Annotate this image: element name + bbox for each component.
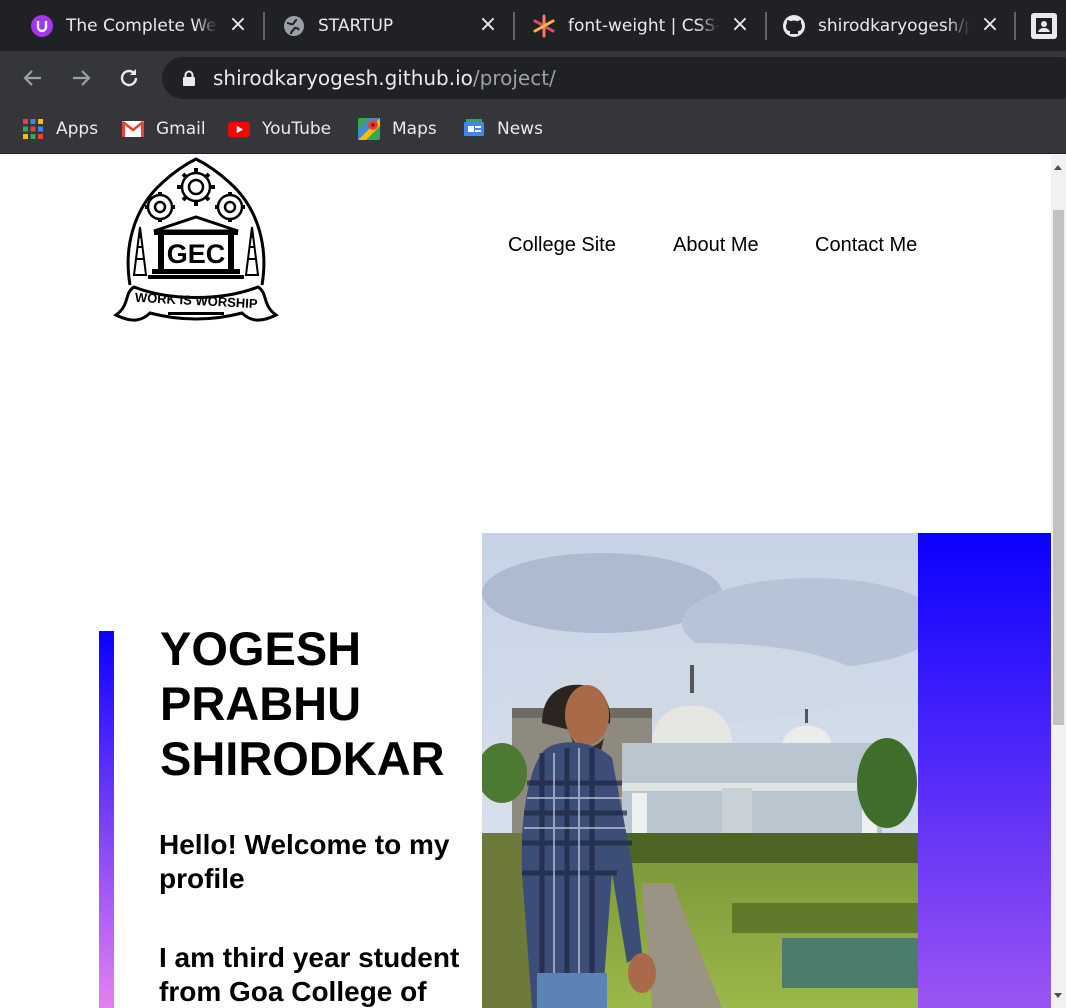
hero-name: YOGESH PRABHU SHIRODKAR — [160, 622, 445, 785]
apps-grid-icon — [22, 118, 44, 140]
youtube-icon — [228, 118, 250, 140]
bookmark-youtube[interactable]: YouTube — [228, 115, 331, 143]
tab-startup[interactable]: STARTUP × — [252, 0, 514, 51]
hero-welcome: Hello! Welcome to my profile — [159, 829, 450, 894]
tab-css-tricks[interactable]: font-weight | CSS-Tricks × — [502, 0, 766, 51]
udemy-icon — [30, 14, 54, 38]
svg-text:GEC: GEC — [167, 239, 226, 269]
accent-bar — [99, 631, 114, 1008]
tab-udemy[interactable]: The Complete Web Developer × — [0, 0, 264, 51]
address-bar[interactable]: shirodkaryogesh.github.io/project/ — [162, 57, 1066, 99]
close-icon[interactable]: × — [730, 14, 750, 36]
news-icon — [463, 118, 485, 140]
hero-intro: I am third year student from Goa College… — [159, 942, 460, 1007]
bookmark-gmail[interactable]: Gmail — [122, 115, 206, 143]
maps-icon — [358, 118, 380, 140]
scroll-up-icon[interactable] — [1054, 165, 1062, 170]
tab-strip: The Complete Web Developer × STARTUP × f… — [0, 0, 1066, 51]
profile-icon[interactable] — [1031, 13, 1057, 39]
nav-college-site[interactable]: College Site — [508, 234, 616, 257]
nav-about-me[interactable]: About Me — [673, 234, 759, 257]
close-icon[interactable]: × — [478, 14, 498, 36]
globe-icon — [282, 14, 306, 38]
profile-photo — [482, 533, 918, 1008]
forward-icon[interactable] — [66, 63, 96, 93]
college-logo: GEC WORK IS WORSHIP — [110, 155, 282, 327]
bookmark-maps[interactable]: Maps — [358, 115, 437, 143]
bookmark-apps[interactable]: Apps — [22, 115, 98, 143]
github-icon — [782, 14, 806, 38]
url-text: shirodkaryogesh.github.io/project/ — [213, 66, 556, 90]
page-viewport: GEC WORK IS WORSHIP College Site About M… — [0, 155, 1066, 1008]
css-tricks-icon — [532, 14, 556, 38]
gmail-icon — [122, 118, 144, 140]
vertical-scrollbar[interactable] — [1051, 155, 1066, 1008]
back-icon[interactable] — [18, 63, 48, 93]
bookmarks-bar: Apps Gmail YouTube Maps News — [0, 105, 1066, 154]
tab-separator — [1014, 12, 1016, 40]
lock-icon — [182, 70, 196, 91]
browser-toolbar: shirodkaryogesh.github.io/project/ — [0, 51, 1066, 105]
close-icon[interactable]: × — [228, 14, 248, 36]
tab-github[interactable]: shirodkaryogesh/project × — [752, 0, 1016, 51]
gradient-panel — [918, 533, 1051, 1008]
nav-contact-me[interactable]: Contact Me — [815, 234, 917, 257]
close-icon[interactable]: × — [980, 14, 1000, 36]
scroll-down-icon[interactable] — [1054, 993, 1062, 998]
scroll-thumb[interactable] — [1053, 210, 1064, 725]
bookmark-news[interactable]: News — [463, 115, 543, 143]
reload-icon[interactable] — [114, 63, 144, 93]
